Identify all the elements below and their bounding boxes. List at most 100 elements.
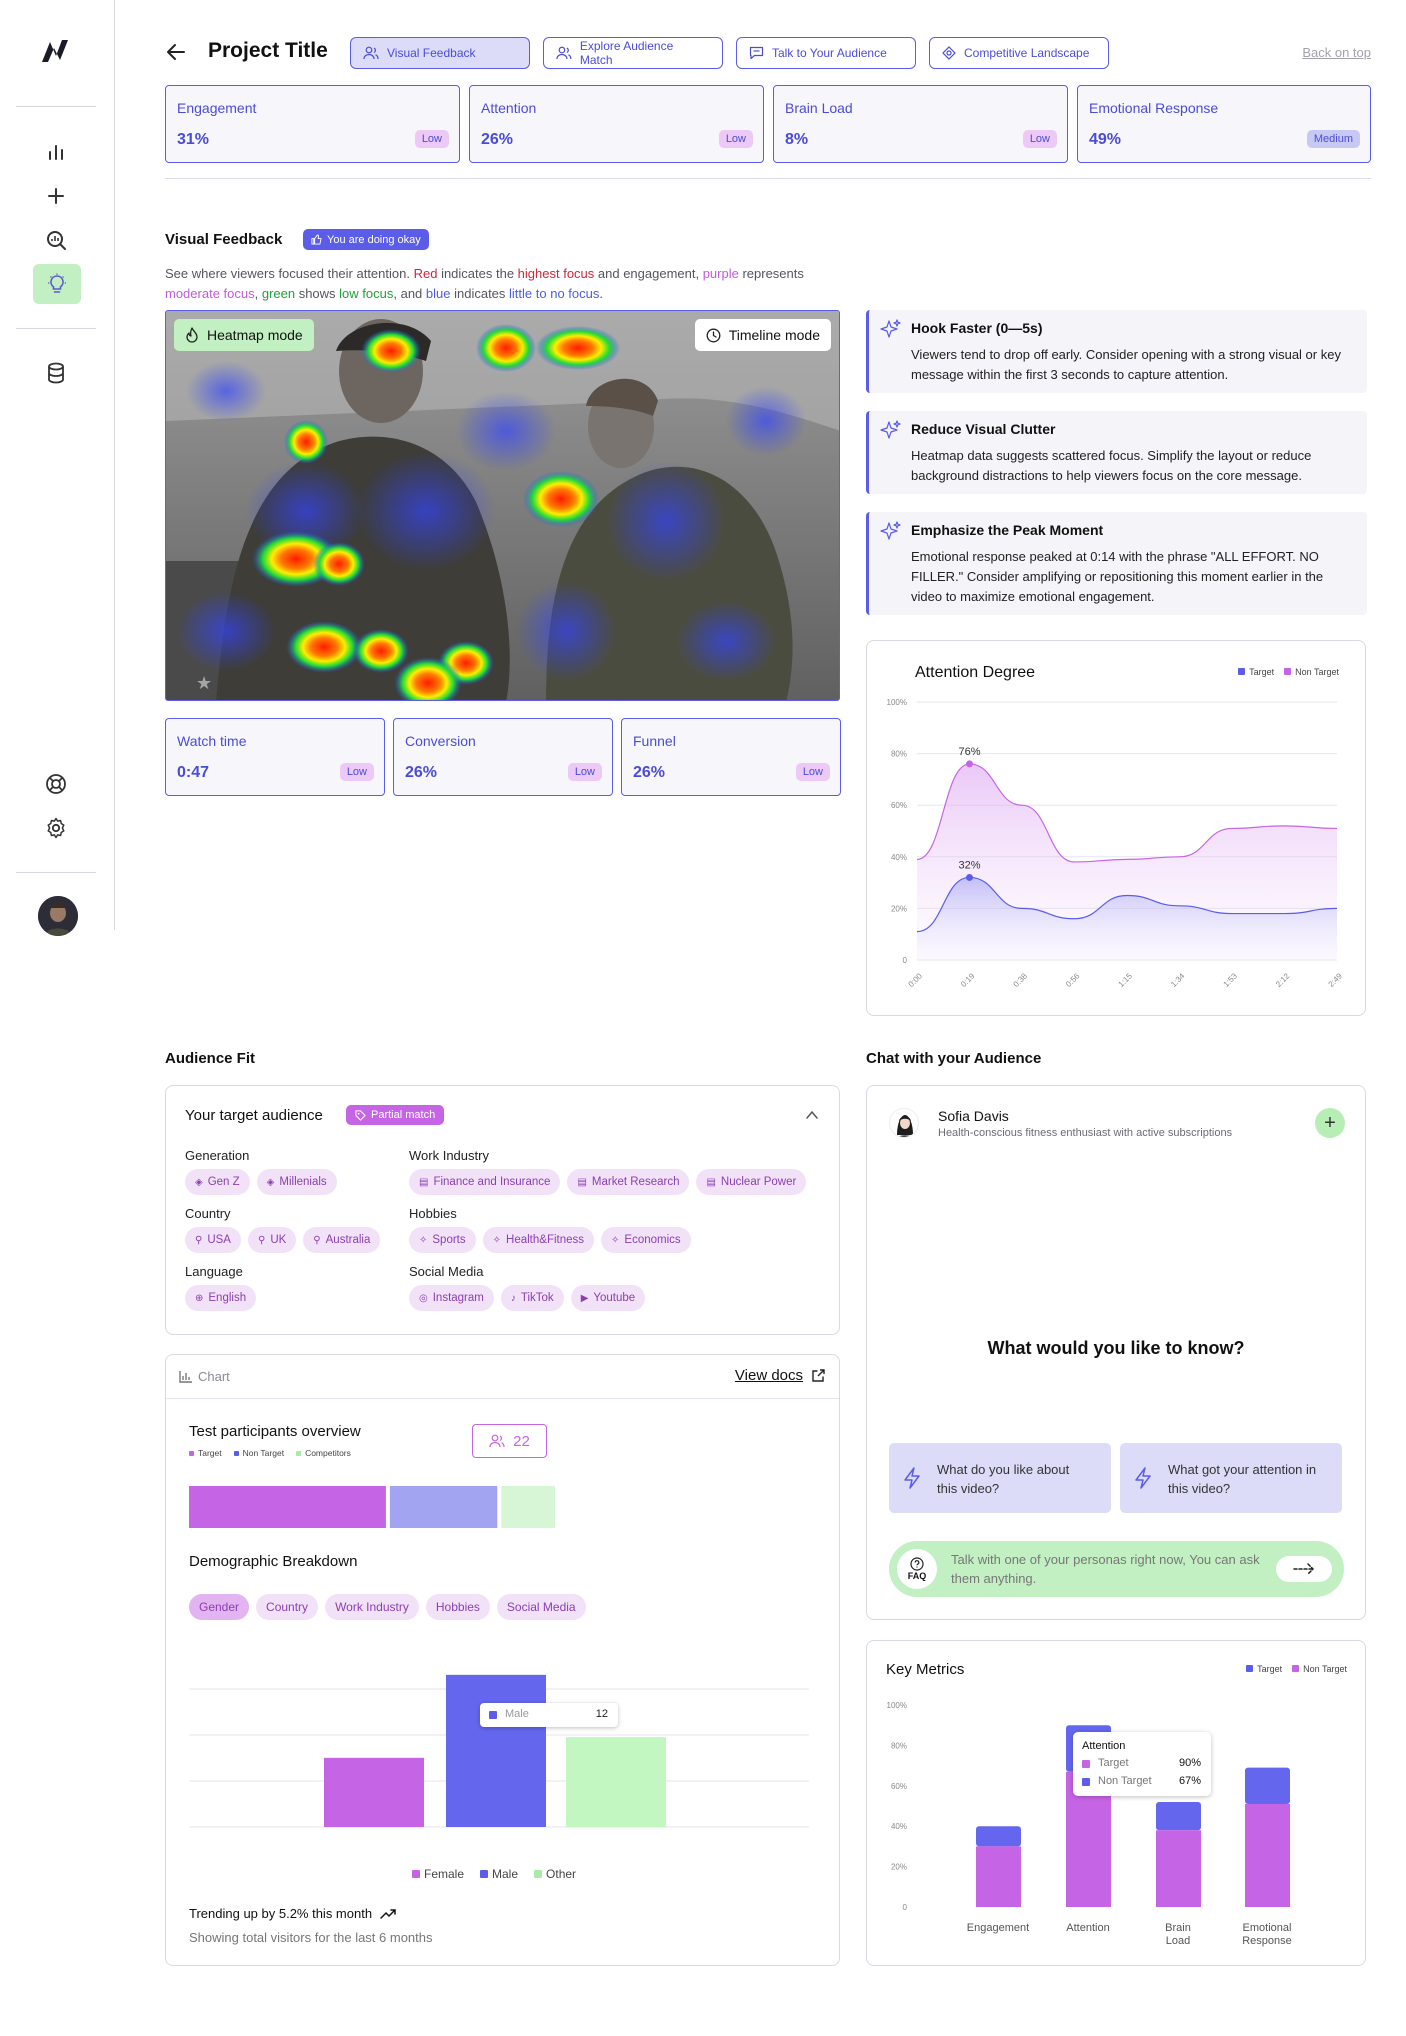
demo-tab-gender[interactable]: Gender (189, 1594, 250, 1620)
legend-competitors: Competitors (296, 1448, 351, 1458)
analytics-icon[interactable] (40, 136, 72, 168)
briefcase-icon: ▤ (419, 1176, 429, 1188)
diamond-icon: ◈ (195, 1176, 203, 1188)
question-text: What got your attention in this video? (1168, 1462, 1317, 1496)
briefcase-icon: ▤ (706, 1176, 716, 1188)
chat-question-icon (910, 1557, 924, 1571)
chip[interactable]: ◈ Millenials (256, 1169, 337, 1195)
suggested-question-button[interactable]: What got your attention in this video? (1120, 1443, 1342, 1513)
suggested-question-button[interactable]: What do you like about this video? (889, 1443, 1111, 1513)
demo-tab-country[interactable]: Country (256, 1594, 319, 1620)
chip[interactable]: ⚲ UK (247, 1227, 297, 1253)
chip[interactable]: ▤ Nuclear Power (696, 1169, 807, 1195)
settings-gear-icon[interactable] (40, 812, 72, 844)
chip[interactable]: ♪ TikTok (500, 1285, 564, 1311)
location-pin-icon: ⚲ (257, 1234, 266, 1246)
metric-label: Engagement (177, 100, 257, 116)
y-tick-label: 100% (887, 698, 907, 707)
target-audience-title: Your target audience (185, 1107, 323, 1124)
chip[interactable]: ✧ Sports (409, 1227, 476, 1253)
view-docs-link[interactable]: View docs (735, 1367, 803, 1384)
participant-count: 22 (513, 1432, 530, 1450)
chip[interactable]: ▤ Finance and Insurance (409, 1169, 561, 1195)
chip[interactable]: ⚲ USA (185, 1227, 241, 1253)
youtube-icon: ▶ (580, 1292, 589, 1304)
attention-degree-card: Attention Degree Target Non Target 100% 8… (866, 640, 1366, 1016)
tip-title: Reduce Visual Clutter (911, 421, 1056, 437)
sparkle-icon: ✧ (492, 1234, 502, 1246)
support-icon[interactable] (40, 768, 72, 800)
metric-badge: Low (567, 763, 602, 781)
demo-tab-work-industry[interactable]: Work Industry (325, 1594, 419, 1620)
timeline-mode-button[interactable]: Timeline mode (694, 319, 831, 351)
visual-feedback-description: See where viewers focused their attentio… (165, 266, 804, 301)
plus-icon: + (1324, 1111, 1336, 1134)
chat-input-placeholder[interactable]: Talk with one of your personas right now… (951, 1550, 1271, 1588)
add-icon[interactable] (40, 180, 72, 212)
back-on-top-link[interactable]: Back on top (1302, 45, 1371, 60)
key-metrics-card: Key Metrics Target Non Target 100% 80% 60%… (866, 1640, 1366, 1966)
language-group: Language ⊕ English (185, 1264, 257, 1311)
trending-up-icon (380, 1908, 396, 1919)
users-icon (489, 1434, 505, 1448)
participants-stacked-bar (189, 1486, 555, 1528)
chat-input-bar[interactable]: FAQ Talk with one of your personas right… (889, 1541, 1344, 1597)
location-pin-icon: ⚲ (313, 1234, 321, 1246)
tab-talk-to-audience[interactable]: Talk to Your Audience (736, 37, 916, 69)
chip[interactable]: ✧ Economics (601, 1227, 691, 1253)
metric-value: 31% (177, 131, 210, 148)
metric-label: Emotional Response (1089, 100, 1219, 116)
metric-card-emotional-response: Emotional Response 49% Medium (1077, 85, 1371, 163)
lightning-icon (1135, 1467, 1151, 1489)
participant-bar-segment (389, 1486, 498, 1528)
chip[interactable]: ⊕ English (185, 1285, 257, 1311)
back-arrow-icon[interactable] (164, 40, 188, 64)
hobbies-group: Hobbies ✧ Sports ✧ Health&Fitness ✧ Economi… (409, 1206, 691, 1253)
bar-target-segment (1245, 1767, 1290, 1804)
insights-bulb-icon[interactable] (33, 264, 81, 304)
x-tick-label: 0:38 (1012, 971, 1030, 989)
user-avatar[interactable] (38, 896, 78, 936)
demo-tab-hobbies[interactable]: Hobbies (425, 1594, 490, 1620)
chip[interactable]: ⚲ Australia (303, 1227, 381, 1253)
tab-explore-audience-match[interactable]: Explore Audience Match (543, 37, 723, 69)
tooltip-target-value: 90% (1178, 1757, 1201, 1769)
legend-target: Target (189, 1448, 222, 1458)
x-tick-label: 1:53 (1222, 971, 1240, 989)
group-label: Generation (185, 1148, 250, 1163)
gender-bar (324, 1757, 424, 1827)
tab-visual-feedback[interactable]: Visual Feedback (350, 37, 530, 69)
heatmap-image: ★ (166, 311, 839, 700)
chip[interactable]: ◎ Instagram (409, 1285, 494, 1311)
logo-icon[interactable] (38, 36, 74, 66)
chevron-up-icon[interactable] (805, 1108, 819, 1122)
group-label: Social Media (409, 1264, 484, 1279)
gender-bar-chart (189, 1674, 809, 1828)
timeline-mode-label: Timeline mode (728, 327, 820, 343)
database-icon[interactable] (40, 357, 72, 389)
search-analytics-icon[interactable] (40, 224, 72, 256)
chip[interactable]: ◈ Gen Z (185, 1169, 250, 1195)
users-icon (363, 46, 379, 60)
participant-bar-segment (189, 1486, 386, 1528)
tooltip-target-label: Target (1098, 1757, 1129, 1769)
chip[interactable]: ✧ Health&Fitness (482, 1227, 595, 1253)
add-persona-button[interactable]: + (1315, 1108, 1345, 1138)
heatmap-mode-button[interactable]: Heatmap mode (174, 319, 314, 351)
generation-group: Generation ◈ Gen Z ◈ Millenials (185, 1148, 337, 1195)
flame-icon (186, 327, 198, 343)
demo-tab-social-media[interactable]: Social Media (496, 1594, 586, 1620)
diamond-icon: ◈ (266, 1176, 275, 1188)
chip[interactable]: ▶ Youtube (570, 1285, 646, 1311)
y-tick-label: 0 (903, 1903, 908, 1912)
participants-legend: Target Non Target Competitors (189, 1448, 351, 1458)
key-metrics-tooltip: Attention Target 90% Non Target 67% (1073, 1732, 1211, 1796)
x-tick-label: 1:34 (1169, 971, 1187, 989)
send-button[interactable] (1276, 1556, 1332, 1582)
faq-button[interactable]: FAQ (897, 1549, 937, 1589)
external-link-icon[interactable] (811, 1368, 826, 1383)
x-tick-label: 0:00 (907, 971, 925, 989)
heatmap-video-frame[interactable]: ★ Heatmap mode Timeline mode (165, 310, 840, 701)
tab-competitive-landscape[interactable]: Competitive Landscape (929, 37, 1109, 69)
chip[interactable]: ▤ Market Research (567, 1169, 690, 1195)
